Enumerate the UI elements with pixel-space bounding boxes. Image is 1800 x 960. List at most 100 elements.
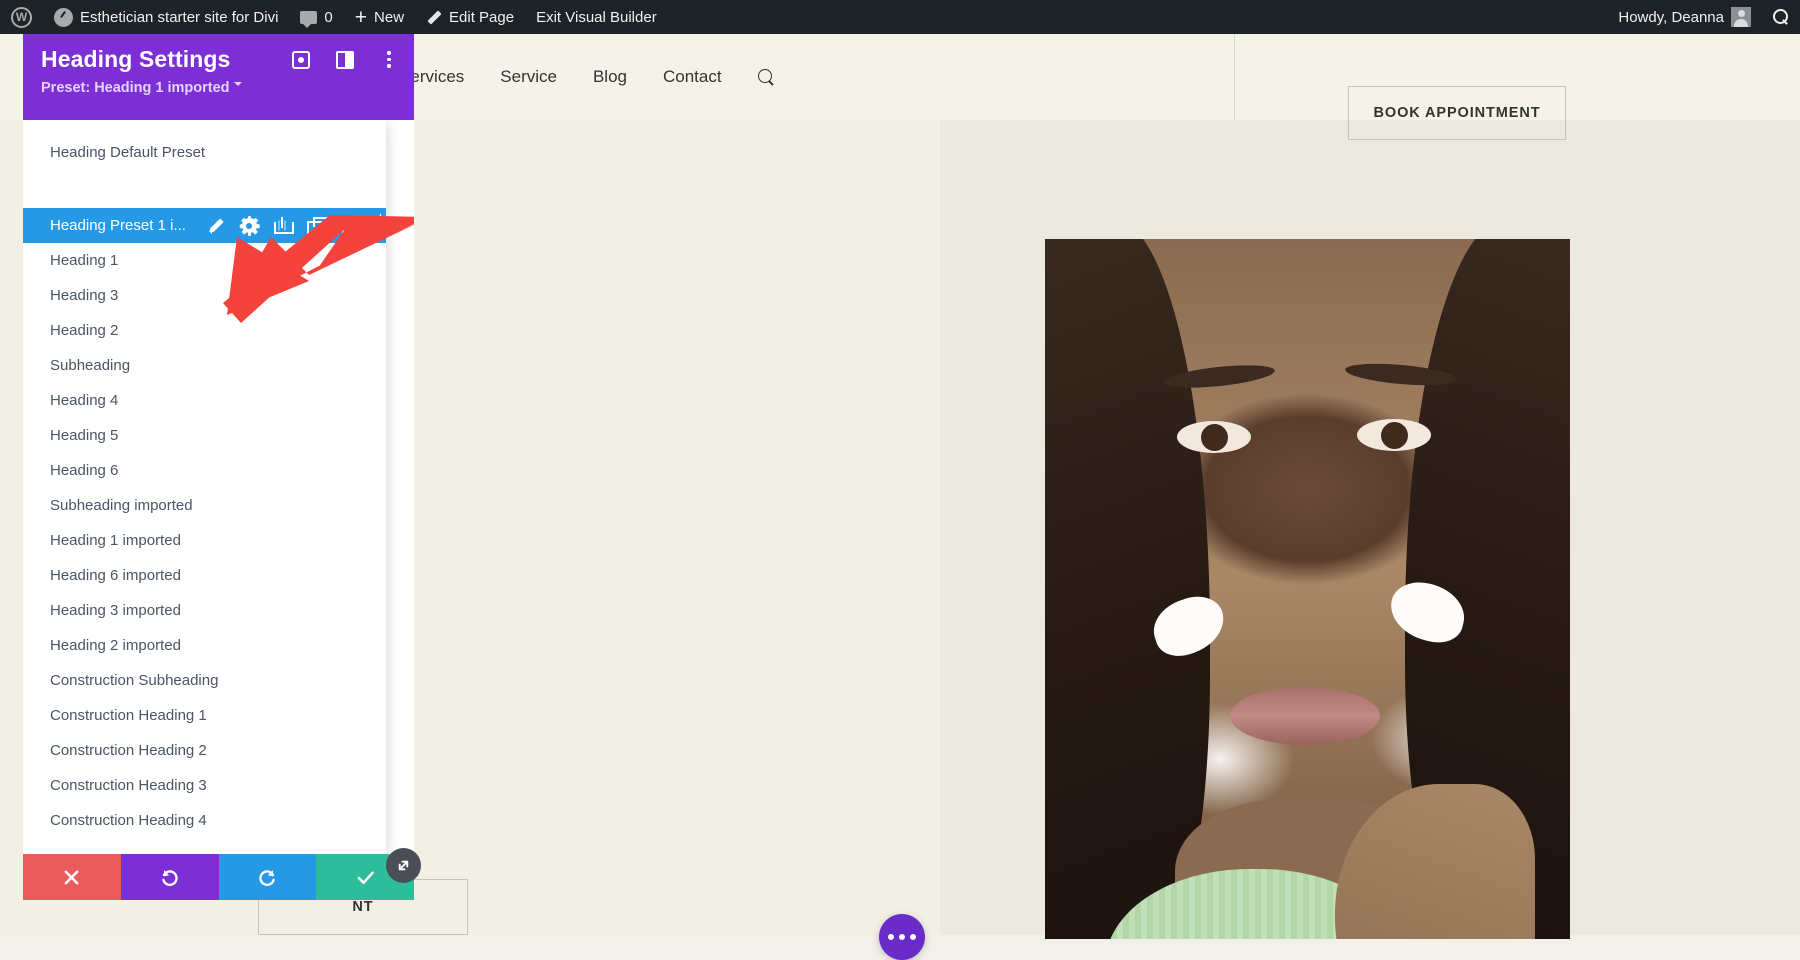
nav-item-blog[interactable]: Blog bbox=[593, 67, 627, 87]
my-account-menu[interactable]: Howdy, Deanna bbox=[1607, 0, 1762, 34]
preset-option-heading-6[interactable]: Heading 6 bbox=[23, 453, 386, 488]
modal-body: er Heading Default Preset Heading Preset… bbox=[23, 120, 414, 854]
preset-label: Construction Heading 3 bbox=[50, 777, 207, 794]
preset-option-construction-heading-2[interactable]: Construction Heading 2 bbox=[23, 733, 386, 768]
preset-option-heading-default-preset[interactable]: Heading Default Preset bbox=[23, 135, 386, 170]
preset-label: Construction Heading 1 bbox=[50, 707, 207, 724]
new-content-menu[interactable]: + New bbox=[344, 0, 415, 34]
photo-eye-left bbox=[1177, 421, 1251, 453]
check-icon bbox=[357, 870, 374, 884]
preset-label: Heading 6 bbox=[50, 462, 119, 479]
dot bbox=[387, 57, 391, 61]
dropdown-spacer bbox=[23, 170, 386, 208]
preset-option-subheading[interactable]: Subheading bbox=[23, 348, 386, 383]
preset-label: Heading 3 bbox=[50, 287, 119, 304]
close-icon bbox=[64, 870, 79, 884]
preset-label: Heading 1 imported bbox=[50, 532, 181, 549]
edit-page-link[interactable]: Edit Page bbox=[415, 0, 525, 34]
nav-item-service[interactable]: Service bbox=[500, 67, 557, 87]
admin-search-button[interactable] bbox=[1762, 0, 1800, 34]
comment-bubble-icon bbox=[300, 10, 318, 28]
preset-dropdown-list[interactable]: Heading Default Preset Heading Preset 1 … bbox=[23, 120, 386, 854]
exit-label: Exit Visual Builder bbox=[536, 8, 657, 26]
comments-menu[interactable]: 0 bbox=[289, 0, 343, 34]
preset-option-heading-6-imported[interactable]: Heading 6 imported bbox=[23, 558, 386, 593]
preset-label: Heading 5 bbox=[50, 427, 119, 444]
wp-logo-menu[interactable] bbox=[0, 0, 43, 34]
preset-option-heading-3-imported[interactable]: Heading 3 imported bbox=[23, 593, 386, 628]
preset-label: Heading 3 imported bbox=[50, 602, 181, 619]
photo-hair-left bbox=[1045, 239, 1210, 939]
dot bbox=[387, 64, 391, 68]
duplicate-preset-icon[interactable] bbox=[306, 217, 328, 236]
header-divider bbox=[1234, 34, 1235, 120]
preset-option-heading-1[interactable]: Heading 1 bbox=[23, 243, 386, 278]
layout-panel-icon[interactable] bbox=[336, 51, 354, 69]
modal-header-icons bbox=[292, 51, 398, 69]
preset-settings-icon[interactable] bbox=[239, 215, 260, 236]
resize-diagonal-icon bbox=[398, 860, 409, 871]
comments-count: 0 bbox=[324, 8, 333, 26]
redo-icon bbox=[259, 869, 275, 886]
preset-option-construction-subheading[interactable]: Construction Subheading bbox=[23, 663, 386, 698]
preset-selector-label: Preset: Heading 1 imported bbox=[41, 80, 230, 96]
preset-option-construction-heading-1[interactable]: Construction Heading 1 bbox=[23, 698, 386, 733]
site-name-menu[interactable]: Esthetician starter site for Divi bbox=[43, 0, 289, 34]
dot bbox=[387, 51, 391, 55]
modal-action-bar bbox=[23, 854, 414, 900]
undo-button[interactable] bbox=[120, 854, 219, 900]
preset-option-heading-4[interactable]: Heading 4 bbox=[23, 383, 386, 418]
preset-label: Heading 1 bbox=[50, 252, 119, 269]
plus-icon: + bbox=[354, 5, 368, 29]
wp-admin-bar: Esthetician starter site for Divi 0 + Ne… bbox=[0, 0, 1800, 34]
gear-teeth bbox=[239, 215, 260, 236]
preset-option-heading-5[interactable]: Heading 5 bbox=[23, 418, 386, 453]
more-options-icon[interactable] bbox=[380, 51, 398, 69]
dashboard-icon bbox=[54, 7, 73, 27]
new-label: New bbox=[374, 8, 405, 26]
preset-option-heading-3[interactable]: Heading 3 bbox=[23, 278, 386, 313]
set-default-preset-icon[interactable] bbox=[372, 212, 386, 234]
preset-label: Heading Preset 1 i... bbox=[50, 217, 186, 234]
hero-portrait-image bbox=[1045, 239, 1570, 939]
preset-option-heading-2-imported[interactable]: Heading 2 imported bbox=[23, 628, 386, 663]
nav-item-contact[interactable]: Contact bbox=[663, 67, 722, 87]
edit-page-label: Edit Page bbox=[449, 8, 515, 26]
preset-row-actions bbox=[208, 212, 386, 236]
cancel-button[interactable] bbox=[23, 854, 121, 900]
exit-visual-builder-link[interactable]: Exit Visual Builder bbox=[525, 0, 668, 34]
search-icon[interactable] bbox=[757, 68, 775, 86]
preset-option-heading-1-imported[interactable]: Heading 1 imported bbox=[23, 523, 386, 558]
preset-option-heading-preset-1-imported[interactable]: Heading Preset 1 i... bbox=[23, 208, 386, 243]
export-preset-icon[interactable] bbox=[273, 217, 294, 234]
preset-label: Subheading bbox=[50, 357, 131, 374]
preset-label: Construction Heading 4 bbox=[50, 812, 207, 829]
preset-label: Subheading imported bbox=[50, 497, 193, 514]
preset-option-subheading-imported[interactable]: Subheading imported bbox=[23, 488, 386, 523]
divi-menu-fab[interactable] bbox=[879, 914, 925, 960]
modal-resize-handle[interactable] bbox=[386, 848, 421, 883]
wordpress-logo-icon bbox=[11, 6, 32, 28]
heading-settings-modal: Heading Settings Preset: Heading 1 impor… bbox=[23, 34, 414, 900]
book-appointment-button[interactable]: BOOK APPOINTMENT bbox=[1348, 86, 1566, 140]
photo-eye-right bbox=[1357, 419, 1431, 451]
pencil-icon bbox=[426, 9, 442, 25]
preset-option-construction-heading-3[interactable]: Construction Heading 3 bbox=[23, 768, 386, 803]
preset-selector[interactable]: Preset: Heading 1 imported bbox=[41, 80, 396, 96]
delete-preset-icon[interactable] bbox=[339, 217, 359, 236]
preset-label: Heading 2 bbox=[50, 322, 119, 339]
chevron-down-icon bbox=[233, 82, 242, 90]
preset-label: Heading 6 imported bbox=[50, 567, 181, 584]
edit-preset-icon[interactable] bbox=[208, 217, 225, 234]
photo-lips bbox=[1230, 687, 1380, 745]
redo-button[interactable] bbox=[218, 854, 317, 900]
preset-option-heading-2[interactable]: Heading 2 bbox=[23, 313, 386, 348]
avatar bbox=[1731, 7, 1751, 27]
preset-label: Construction Heading 2 bbox=[50, 742, 207, 759]
preset-option-construction-heading-4[interactable]: Construction Heading 4 bbox=[23, 803, 386, 838]
preset-label: Heading 2 imported bbox=[50, 637, 181, 654]
howdy-label: Howdy, Deanna bbox=[1618, 8, 1724, 26]
search-icon bbox=[1773, 9, 1789, 25]
focus-icon[interactable] bbox=[292, 51, 310, 69]
preset-label: Heading 4 bbox=[50, 392, 119, 409]
